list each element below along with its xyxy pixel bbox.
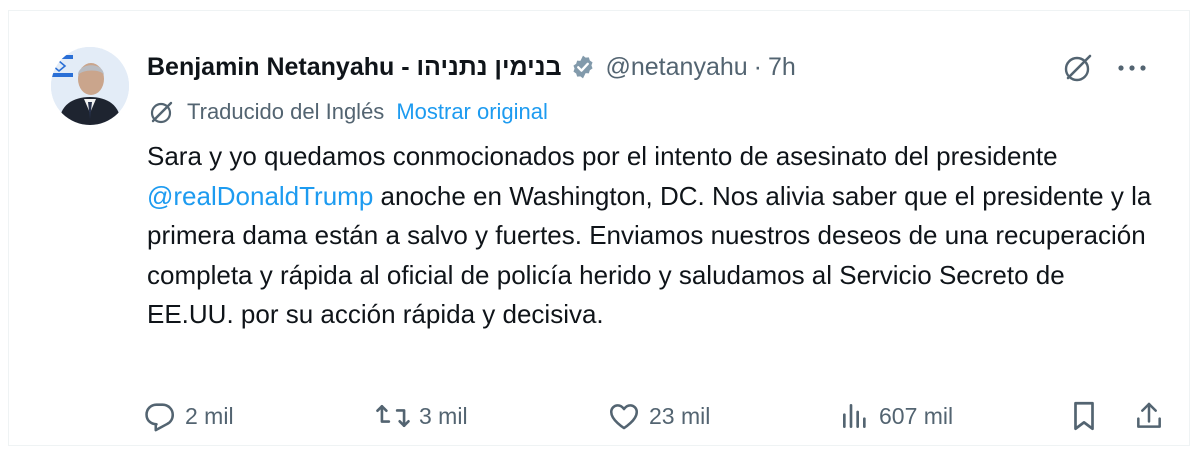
repost-button[interactable]: 3 mil <box>375 399 468 433</box>
analytics-icon <box>839 399 871 433</box>
views-button[interactable]: 607 mil <box>839 399 953 433</box>
share-button[interactable] <box>1133 399 1165 433</box>
avatar[interactable] <box>51 47 129 125</box>
repost-count: 3 mil <box>419 402 468 429</box>
separator: · <box>753 52 762 81</box>
post-card[interactable]: Benjamin Netanyahu - בנימין נתניהו @neta… <box>8 10 1190 446</box>
like-count: 23 mil <box>649 402 711 429</box>
repost-icon <box>375 399 411 433</box>
post-text: Sara y yo quedamos conmocionados por el … <box>147 137 1157 335</box>
mention-link[interactable]: @realDonaldTrump <box>147 181 373 211</box>
translation-label: Traducido del Inglés <box>187 99 385 124</box>
post-time[interactable]: 7h <box>768 53 796 82</box>
share-icon <box>1133 399 1165 433</box>
post-text-part: Sara y yo quedamos conmocionados por el … <box>147 141 1058 171</box>
translation-row: Traducido del Inglés Mostrar original <box>147 97 548 127</box>
avatar-image <box>51 47 129 125</box>
reply-icon <box>143 399 177 433</box>
post-actions: 2 mil 3 mil 23 mil 607 mil <box>143 399 1173 439</box>
translate-icon <box>147 97 177 127</box>
bookmark-button[interactable] <box>1069 399 1099 433</box>
post-header: Benjamin Netanyahu - בנימין נתניהו @neta… <box>147 49 796 85</box>
like-button[interactable]: 23 mil <box>607 399 710 433</box>
heart-icon <box>607 399 641 433</box>
reply-button[interactable]: 2 mil <box>143 399 234 433</box>
grok-icon[interactable] <box>1061 51 1095 85</box>
author-handle[interactable]: @netanyahu <box>606 53 748 82</box>
show-original-link[interactable]: Mostrar original <box>396 99 548 125</box>
bookmark-icon <box>1069 399 1099 433</box>
reply-count: 2 mil <box>185 402 234 429</box>
views-count: 607 mil <box>879 402 954 429</box>
post-top-actions <box>1061 51 1147 85</box>
more-icon[interactable] <box>1117 63 1147 73</box>
author-name[interactable]: Benjamin Netanyahu - בנימין נתניהו <box>147 53 562 82</box>
verified-badge-icon <box>570 54 596 80</box>
